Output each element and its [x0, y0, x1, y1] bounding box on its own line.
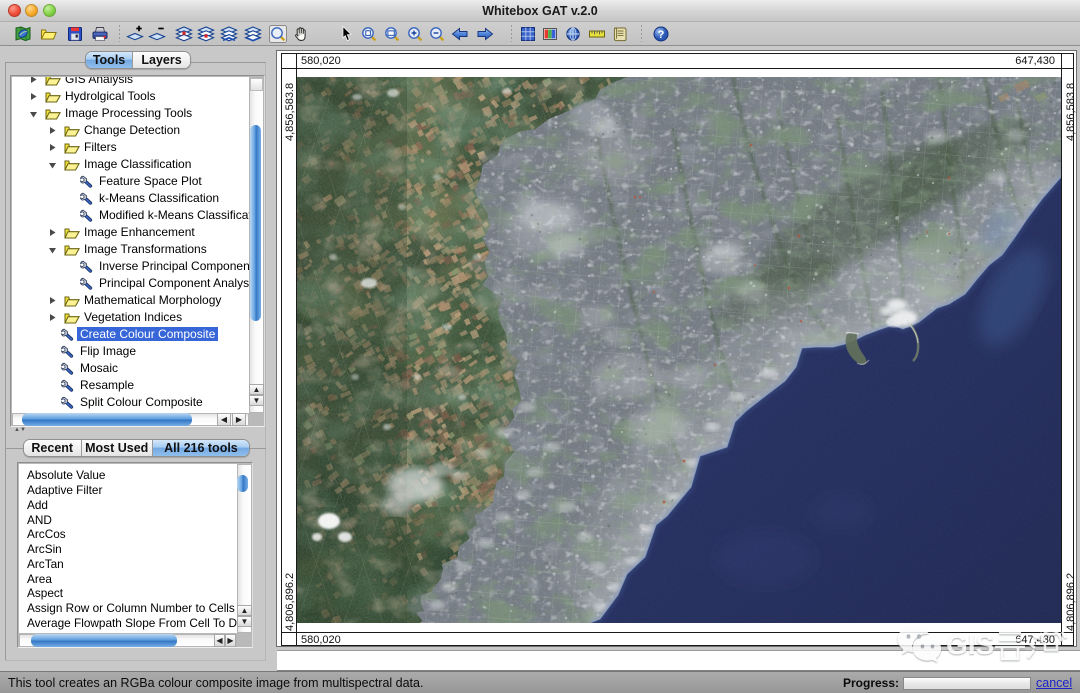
svg-text:?: ?: [658, 29, 665, 41]
svg-text:GIS: GIS: [946, 629, 994, 660]
